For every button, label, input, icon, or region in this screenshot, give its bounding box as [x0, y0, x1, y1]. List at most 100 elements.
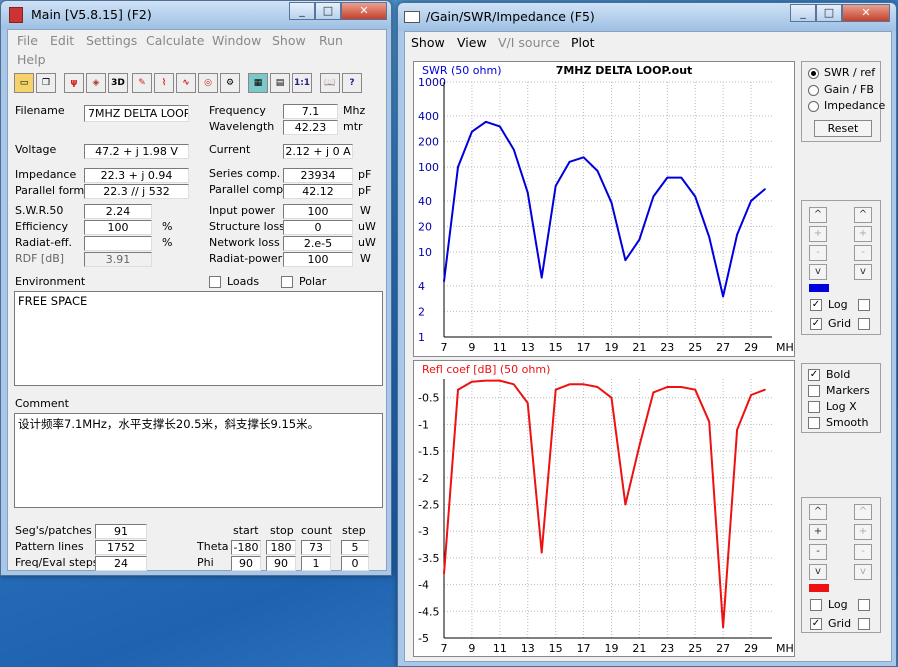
- reset-button[interactable]: Reset: [814, 120, 872, 137]
- calc-panel-icon[interactable]: ▤: [270, 73, 290, 93]
- bottom-up-right-button[interactable]: ^: [854, 504, 872, 520]
- comment-textarea[interactable]: 设计频率7.1MHz，水平支撑长20.5米，斜支撑长9.15米。: [14, 413, 383, 508]
- theta-step-field[interactable]: 5: [341, 540, 369, 555]
- top-plus-right-button[interactable]: +: [854, 226, 872, 242]
- logx-checkbox[interactable]: [808, 401, 820, 413]
- markers-checkbox[interactable]: [808, 385, 820, 397]
- polar-icon[interactable]: ◎: [198, 73, 218, 93]
- data-point: [526, 402, 529, 404]
- bottom-minus-right-button[interactable]: -: [854, 544, 872, 560]
- top-minus-right-button[interactable]: -: [854, 245, 872, 261]
- bold-checkbox[interactable]: ✓: [808, 369, 820, 381]
- theta-count-field[interactable]: 73: [301, 540, 331, 555]
- menu-settings[interactable]: Settings: [86, 33, 137, 48]
- main-titlebar[interactable]: Main [V5.8.15] (F2) _ □ ✕: [1, 1, 391, 29]
- pattern-icon[interactable]: ✎: [132, 73, 152, 93]
- menu-file[interactable]: File: [17, 33, 38, 48]
- radio-gain-label: Gain / FB: [824, 83, 874, 96]
- bottom-plus-right-button[interactable]: +: [854, 524, 872, 540]
- view-3d-icon[interactable]: 3D: [108, 73, 128, 93]
- book-icon[interactable]: 📖: [320, 73, 340, 93]
- y-tick-label: 40: [418, 195, 432, 208]
- swr-color-swatch[interactable]: [809, 284, 829, 292]
- wavelength-field: 42.23: [283, 120, 338, 135]
- main-window: Main [V5.8.15] (F2) _ □ ✕ File Edit Sett…: [0, 0, 392, 576]
- top-log-checkbox[interactable]: ✓: [810, 299, 822, 311]
- filename-field[interactable]: 7MHZ DELTA LOOP: [84, 105, 189, 122]
- smooth-checkbox[interactable]: [808, 417, 820, 429]
- theta-start-field[interactable]: -180: [231, 540, 261, 555]
- radio-impedance[interactable]: [808, 101, 819, 112]
- cube-icon[interactable]: ◈: [86, 73, 106, 93]
- menu-help[interactable]: Help: [17, 52, 46, 67]
- minimize-button[interactable]: _: [289, 2, 315, 20]
- copy-icon[interactable]: ❐: [36, 73, 56, 93]
- plot-minimize-button[interactable]: _: [790, 4, 816, 22]
- menu-show[interactable]: Show: [272, 33, 306, 48]
- theta-stop-field[interactable]: 180: [266, 540, 296, 555]
- menu-edit[interactable]: Edit: [50, 33, 74, 48]
- top-plus-left-button[interactable]: +: [809, 226, 827, 242]
- bottom-down-right-button[interactable]: v: [854, 564, 872, 580]
- bottom-scale-group: ^ ^ + + - - v v Log ✓ Grid: [801, 497, 881, 633]
- menu-view[interactable]: View: [457, 35, 487, 50]
- open-file-icon[interactable]: ▭: [14, 73, 34, 93]
- menu-run[interactable]: Run: [319, 33, 343, 48]
- plot-maximize-button[interactable]: □: [816, 4, 842, 22]
- top-grid-right-checkbox[interactable]: [858, 318, 870, 330]
- maximize-button[interactable]: □: [315, 2, 341, 20]
- top-minus-left-button[interactable]: -: [809, 245, 827, 261]
- top-up-left-button[interactable]: ^: [809, 207, 827, 223]
- chart-icon[interactable]: ⌇: [154, 73, 174, 93]
- environment-textarea[interactable]: FREE SPACE: [14, 291, 383, 386]
- data-point: [666, 386, 669, 388]
- swr-plot: 7 9 11 13 15 17 19 21 23 25 27 29 1000 400 200 100 40 20 1…: [413, 61, 800, 357]
- phi-start-field[interactable]: 90: [231, 556, 261, 571]
- phi-count-field[interactable]: 1: [301, 556, 331, 571]
- menu-plot[interactable]: Plot: [571, 35, 595, 50]
- bottom-minus-left-button[interactable]: -: [809, 544, 827, 560]
- menu-calculate[interactable]: Calculate: [146, 33, 204, 48]
- top-up-right-button[interactable]: ^: [854, 207, 872, 223]
- plot-close-button[interactable]: ✕: [842, 4, 890, 22]
- data-point: [512, 148, 515, 151]
- polar-checkbox[interactable]: [281, 276, 293, 288]
- phi-step-field[interactable]: 0: [341, 556, 369, 571]
- data-point: [485, 379, 487, 382]
- loads-checkbox[interactable]: [209, 276, 221, 288]
- menu-show-plot[interactable]: Show: [411, 35, 445, 50]
- freq-eval-field[interactable]: 24: [95, 556, 147, 571]
- x-tick-label: 29: [744, 341, 758, 354]
- top-grid-checkbox[interactable]: ✓: [810, 318, 822, 330]
- bottom-plus-left-button[interactable]: +: [809, 524, 827, 540]
- match-icon[interactable]: 1:1: [292, 73, 312, 93]
- close-button[interactable]: ✕: [341, 2, 387, 20]
- bottom-up-left-button[interactable]: ^: [809, 504, 827, 520]
- antenna-icon[interactable]: ψ: [64, 73, 84, 93]
- x-tick-label: 23: [660, 341, 674, 354]
- bottom-log-checkbox[interactable]: [810, 599, 822, 611]
- bottom-grid-checkbox[interactable]: ✓: [810, 618, 822, 630]
- bottom-grid-right-checkbox[interactable]: [858, 618, 870, 630]
- network-loss-field: 2.e-5: [283, 236, 353, 251]
- top-down-left-button[interactable]: v: [809, 264, 827, 280]
- efficiency-field: 100: [84, 220, 152, 235]
- menu-window[interactable]: Window: [212, 33, 261, 48]
- top-down-right-button[interactable]: v: [854, 264, 872, 280]
- phi-stop-field[interactable]: 90: [266, 556, 296, 571]
- calculator-icon[interactable]: ▦: [248, 73, 268, 93]
- frequency-field[interactable]: 7.1: [283, 104, 338, 119]
- sweep-icon[interactable]: ∿: [176, 73, 196, 93]
- input-power-field[interactable]: 100: [283, 204, 353, 219]
- optimize-icon[interactable]: ⚙: [220, 73, 240, 93]
- radio-gain[interactable]: [808, 85, 819, 96]
- top-log-right-checkbox[interactable]: [858, 299, 870, 311]
- menu-vi-source[interactable]: V/I source: [498, 35, 560, 50]
- refl-color-swatch[interactable]: [809, 584, 829, 592]
- y-axis-label: Refl coef [dB] (50 ohm): [422, 363, 550, 376]
- help-icon[interactable]: ?: [342, 73, 362, 93]
- radio-swr[interactable]: [808, 68, 819, 79]
- bottom-down-left-button[interactable]: v: [809, 564, 827, 580]
- bottom-log-right-checkbox[interactable]: [858, 599, 870, 611]
- plot-titlebar[interactable]: /Gain/SWR/Impedance (F5) _ □ ✕: [398, 3, 896, 31]
